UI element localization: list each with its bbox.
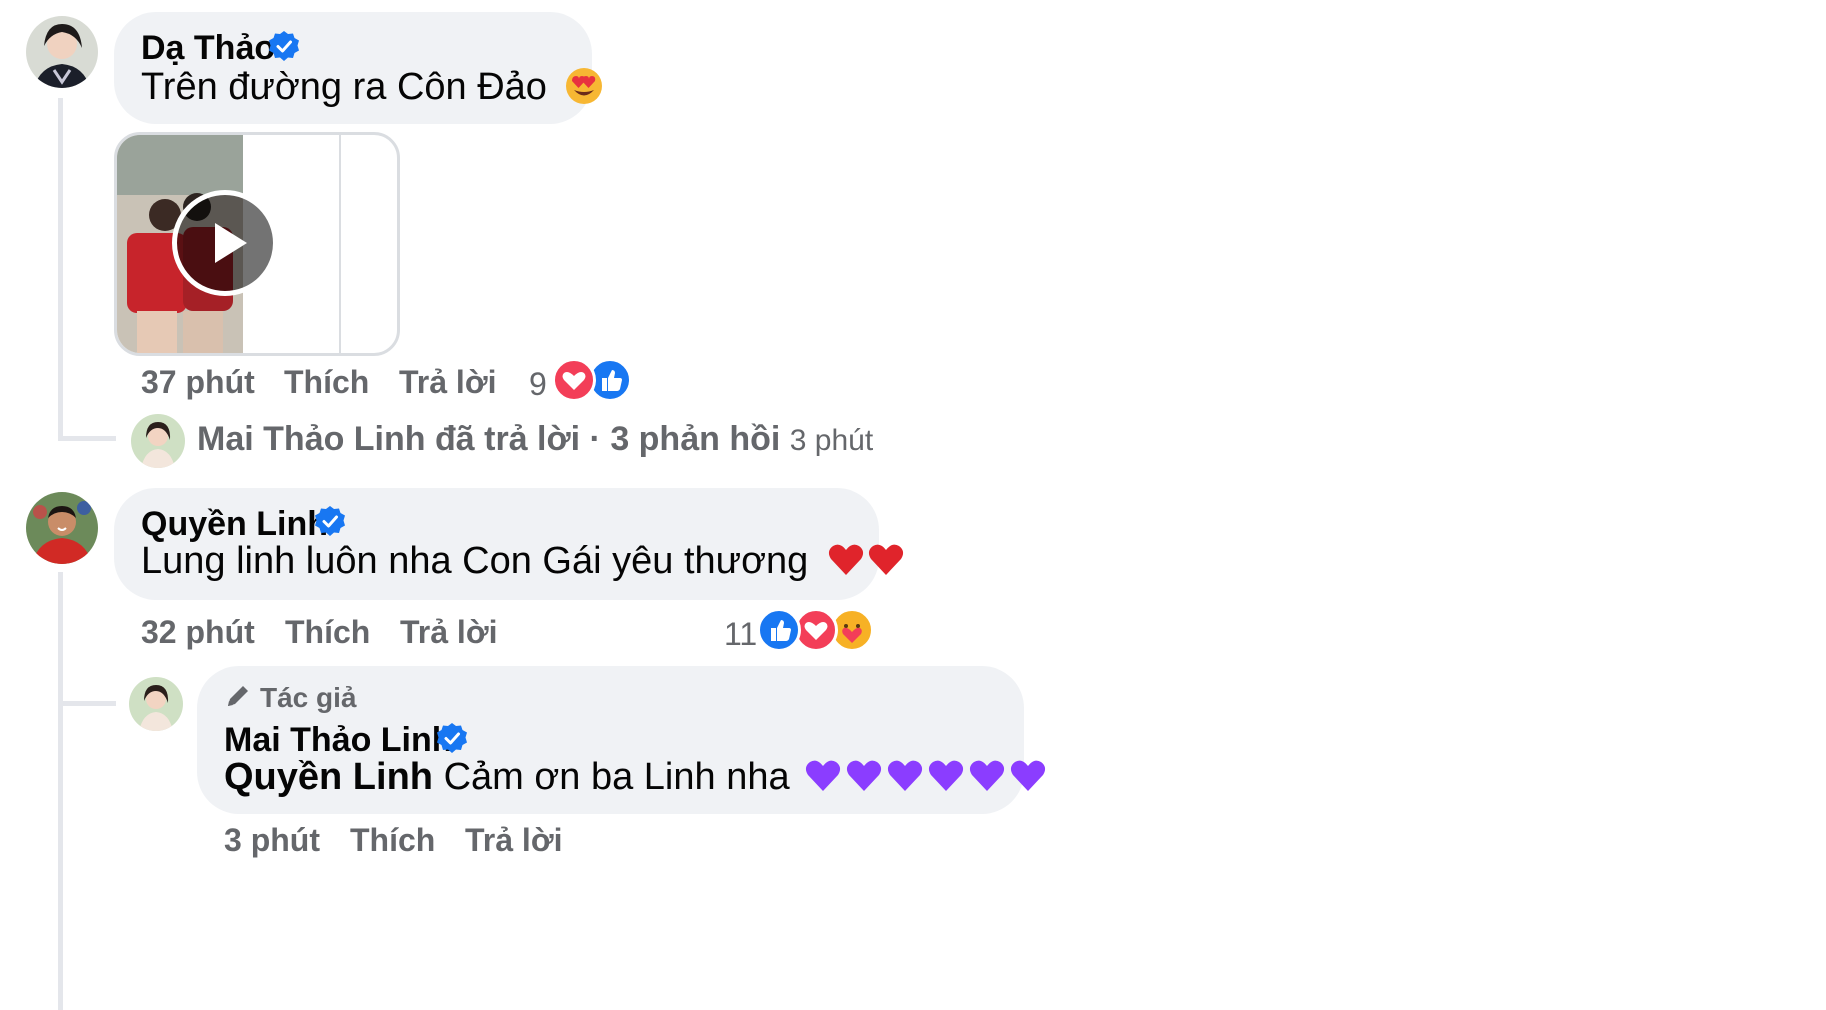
comment-time-quyen-linh[interactable]: 32 phút (141, 614, 255, 651)
purple-heart-emoji-icon (888, 760, 923, 791)
purple-heart-emoji-icon (1011, 760, 1046, 791)
author-badge: Tác giả (260, 682, 357, 713)
reply-button[interactable]: Trả lời (465, 822, 562, 859)
thread-connector-1 (58, 436, 116, 441)
avatar-quyen-linh[interactable] (26, 492, 98, 564)
purple-heart-emoji-icon (806, 760, 841, 791)
avatar-mai-thao-linh-small[interactable] (131, 414, 185, 468)
verified-badge-icon (437, 723, 467, 753)
purple-heart-emoji-icon (929, 760, 964, 791)
reply-button[interactable]: Trả lời (400, 614, 497, 651)
reaction-count[interactable]: 11 (724, 616, 757, 653)
avatar-mai-thao-linh[interactable] (129, 677, 183, 731)
comment-text-da-thao: Trên đường ra Côn Đảo (141, 66, 603, 109)
reply-summary-text: đã trả lời · 3 phản hồi (435, 420, 781, 458)
pencil-icon (228, 686, 248, 706)
purple-hearts (804, 756, 1047, 798)
avatar-da-thao[interactable] (26, 16, 98, 88)
red-heart-emoji-icon (868, 544, 903, 575)
verified-badge-icon (269, 31, 299, 61)
comment-text-quyen-linh: Lung linh luôn nha Con Gái yêu thương (141, 540, 905, 583)
purple-heart-emoji-icon (970, 760, 1005, 791)
like-button[interactable]: Thích (285, 614, 370, 651)
heart-eyes-emoji-icon (566, 67, 603, 104)
comment-text-label: Trên đường ra Côn Đảo (141, 66, 547, 108)
heart-reaction-icon[interactable] (552, 358, 596, 402)
thread-connector-2 (58, 701, 116, 706)
reaction-count[interactable]: 9 (529, 366, 547, 403)
video-divider (339, 135, 341, 353)
like-button[interactable]: Thích (284, 364, 369, 401)
comment-text-label: Lung linh luôn nha Con Gái yêu thương (141, 540, 809, 582)
thread-line-2 (58, 572, 63, 1010)
thread-line-1 (58, 98, 63, 438)
reply-button[interactable]: Trả lời (399, 364, 496, 401)
reply-text-label: Cảm ơn ba Linh nha (443, 756, 790, 798)
reply-text: Quyền Linh Cảm ơn ba Linh nha (224, 756, 1047, 799)
like-reaction-icon[interactable] (757, 608, 801, 652)
comment-author-da-thao[interactable]: Dạ Thảo (141, 29, 275, 68)
red-heart-emoji-icon (828, 544, 863, 575)
like-button[interactable]: Thích (350, 822, 435, 859)
reply-author-mai-thao-linh[interactable]: Mai Thảo Linh (224, 721, 453, 760)
reply-summary-time: 3 phút (789, 424, 874, 457)
reply-time[interactable]: 3 phút (224, 822, 320, 859)
play-button-icon[interactable] (172, 190, 278, 296)
comment-time-da-thao[interactable]: 37 phút (141, 364, 255, 401)
mention-link[interactable]: Quyền Linh (224, 756, 433, 798)
reply-summary[interactable]: Mai Thảo Linh đã trả lời · 3 phản hồi 3 … (197, 420, 873, 459)
verified-badge-icon (315, 506, 345, 536)
comment-author-quyen-linh[interactable]: Quyền Linh (141, 505, 328, 544)
purple-heart-emoji-icon (847, 760, 882, 791)
reply-summary-author: Mai Thảo Linh (197, 420, 426, 458)
